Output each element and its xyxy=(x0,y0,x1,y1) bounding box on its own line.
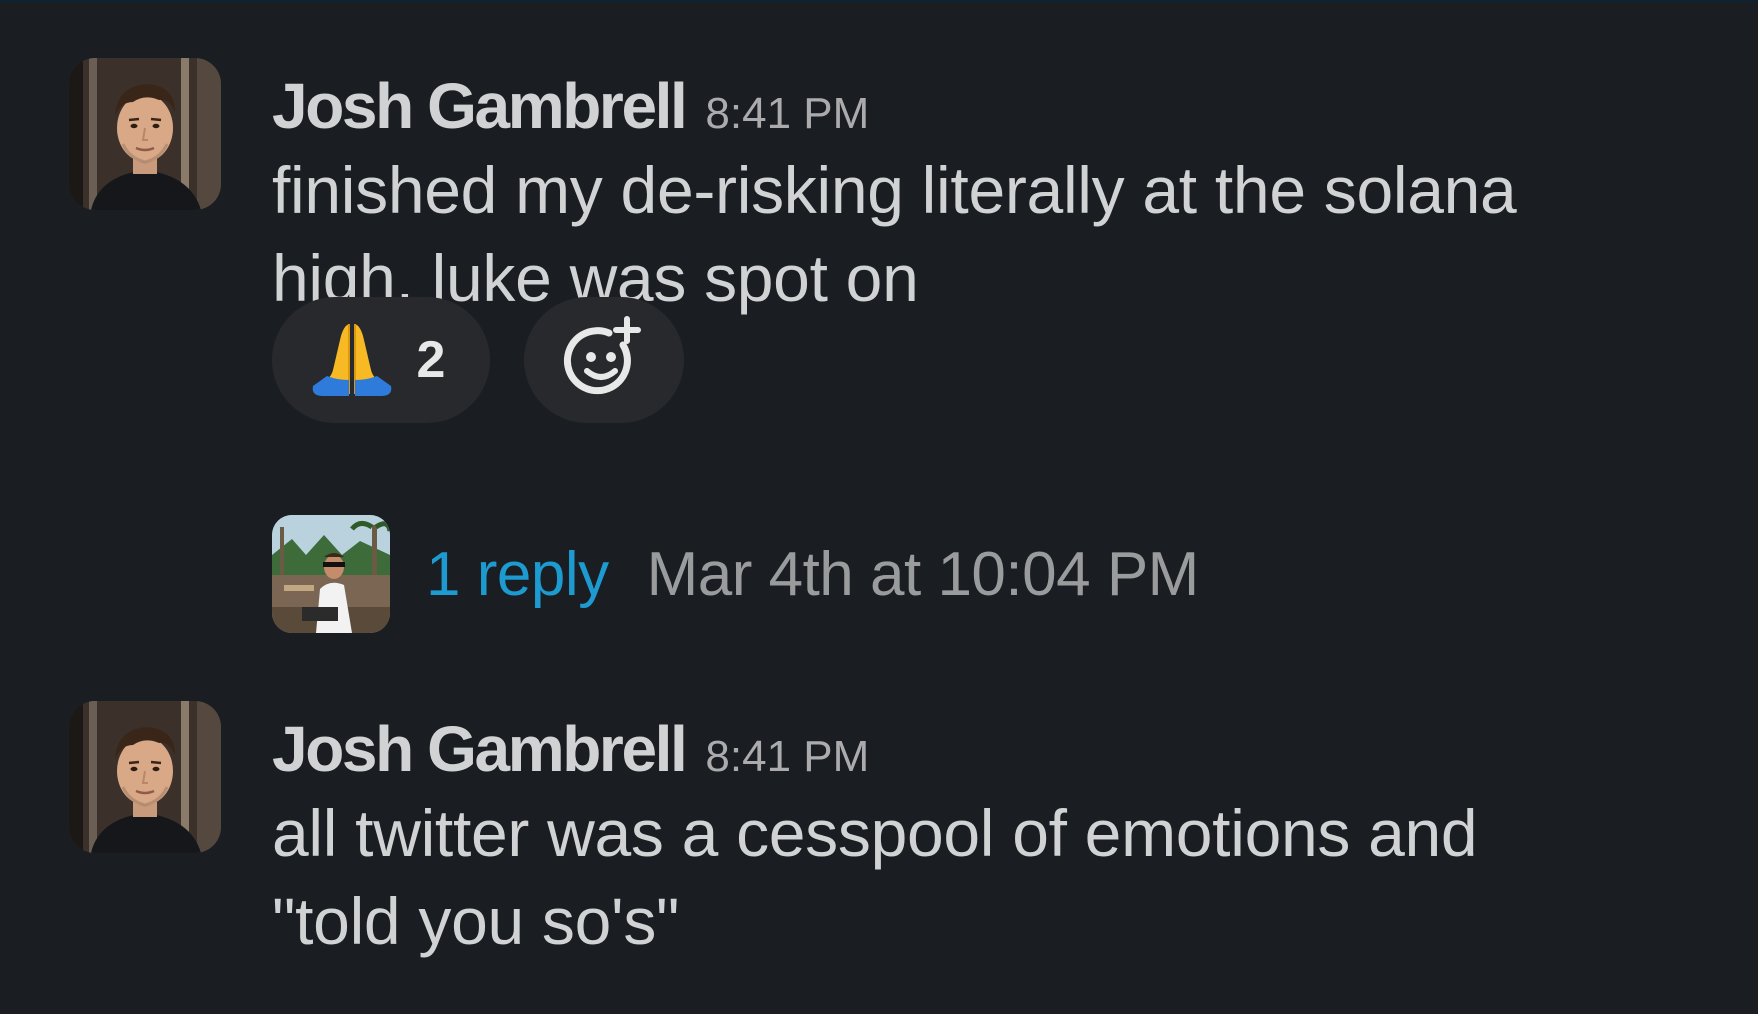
author-name[interactable]: Josh Gambrell xyxy=(272,60,688,152)
reactions-bar: 2 xyxy=(272,297,684,423)
avatar[interactable] xyxy=(69,58,221,210)
message-line: finished my de-risking literally at the … xyxy=(272,153,1517,227)
folded-hands-icon xyxy=(309,318,395,403)
add-reaction-button[interactable] xyxy=(524,297,684,423)
message-line: all twitter was a cesspool of emotions a… xyxy=(272,796,1478,870)
reply-count-link[interactable]: 1 reply xyxy=(426,539,609,610)
avatar[interactable] xyxy=(69,701,221,853)
author-name[interactable]: Josh Gambrell xyxy=(272,703,688,795)
last-reply-time: Mar 4th at 10:04 PM xyxy=(646,539,1200,609)
thread-summary[interactable]: 1 reply Mar 4th at 10:04 PM xyxy=(272,515,1199,633)
message-text: finished my de-risking literally at the … xyxy=(272,146,1692,322)
reaction-folded-hands[interactable]: 2 xyxy=(272,297,490,423)
message-line: "told you so's" xyxy=(272,884,680,958)
reaction-count: 2 xyxy=(416,331,446,389)
window-top-border xyxy=(0,0,1758,2)
reply-avatar[interactable] xyxy=(272,515,390,633)
add-emoji-icon xyxy=(561,315,647,406)
message-text: all twitter was a cesspool of emotions a… xyxy=(272,789,1692,965)
